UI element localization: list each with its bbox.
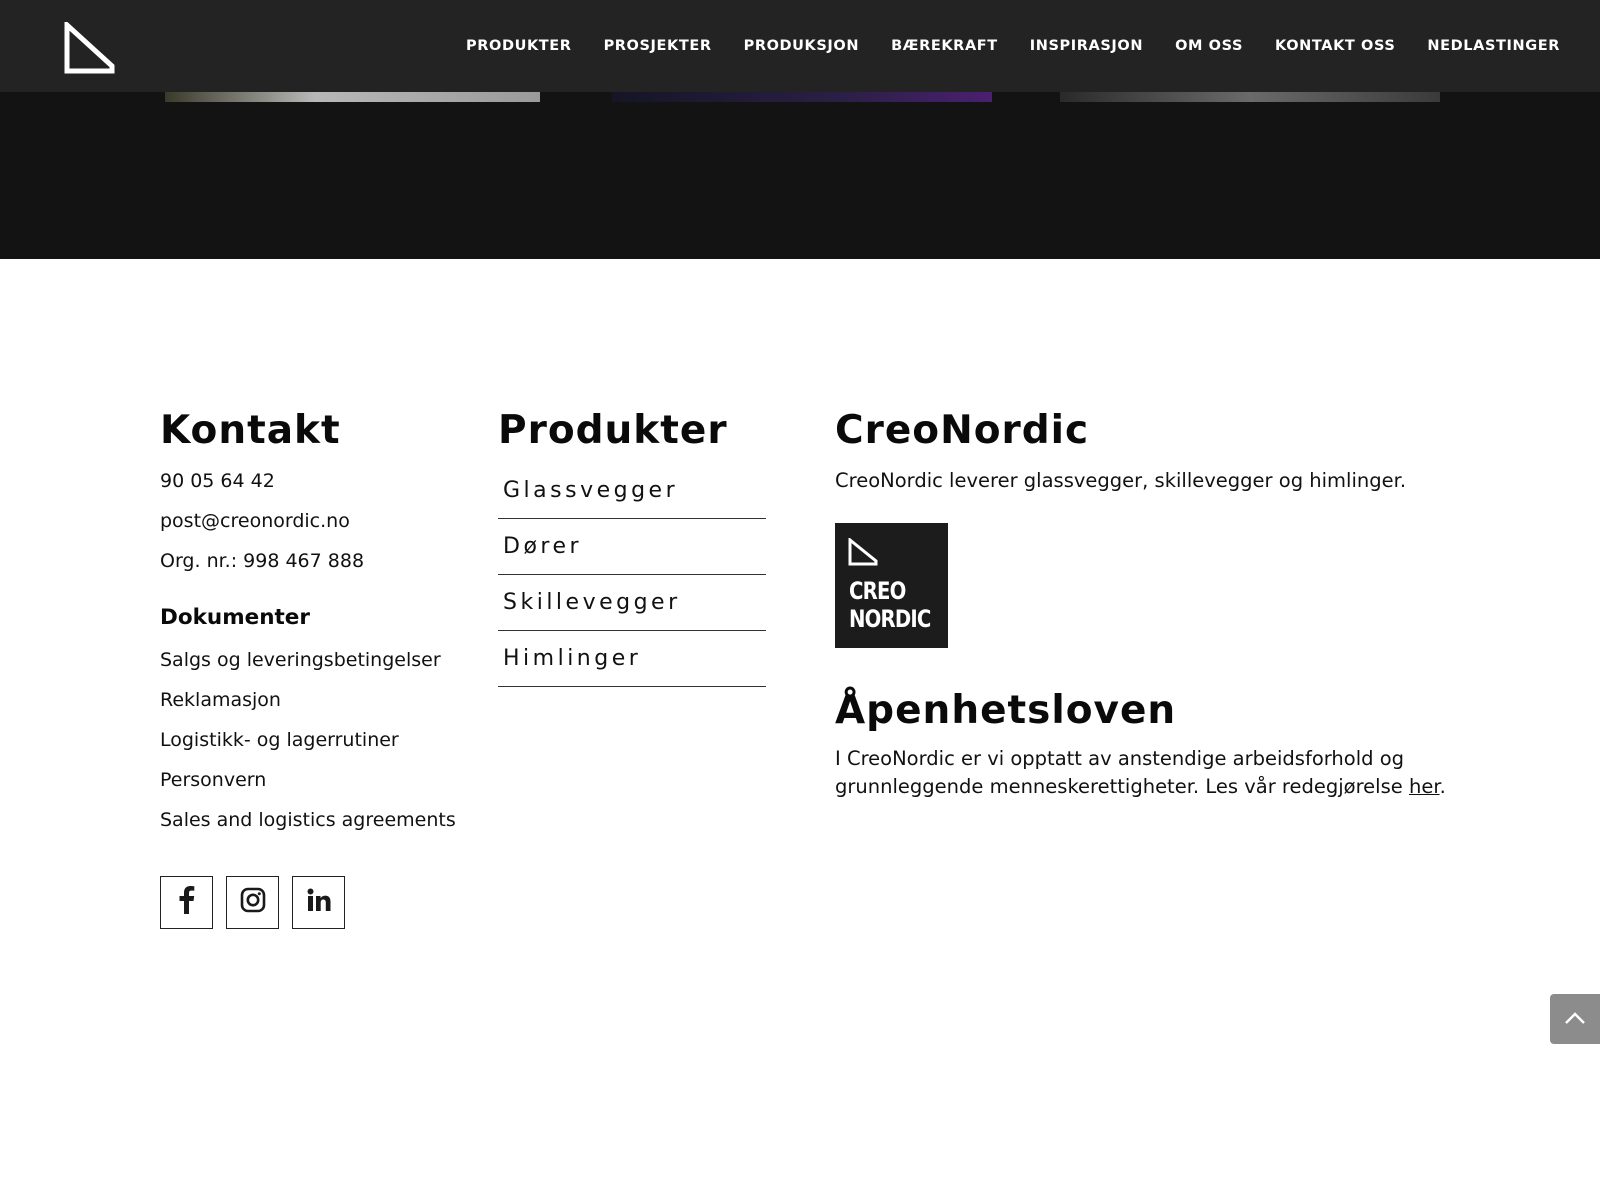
- instagram-icon: [240, 887, 266, 917]
- facebook-icon: [176, 886, 198, 918]
- project-image-strip: [165, 92, 540, 102]
- phone-number: 90 05 64 42: [160, 469, 275, 492]
- nav-item-kontakt-oss[interactable]: KONTAKT OSS: [1275, 38, 1395, 54]
- apenhetsloven-link[interactable]: her: [1409, 775, 1440, 798]
- document-link[interactable]: Reklamasjon: [160, 680, 460, 720]
- email-address: post@creonordic.no: [160, 509, 350, 532]
- kontakt-heading: Kontakt: [160, 408, 341, 453]
- linkedin-icon: [307, 888, 331, 916]
- product-list: Glassvegger Dører Skillevegger Himlinger: [498, 463, 766, 687]
- nav-item-inspirasjon[interactable]: INSPIRASJON: [1030, 38, 1143, 54]
- apenhetsloven-body: I CreoNordic er vi opptatt av anstendige…: [835, 746, 1409, 798]
- logo-text-line: NORDIC: [849, 604, 931, 633]
- apenhetsloven-text: I CreoNordic er vi opptatt av anstendige…: [835, 745, 1475, 801]
- footer-produkter-column: Produkter Glassvegger Dører Skillevegger…: [498, 408, 766, 687]
- nav-item-produksjon[interactable]: PRODUKSJON: [744, 38, 859, 54]
- org-number: Org. nr.: 998 467 888: [160, 549, 365, 572]
- creonordic-brand-logo: CREO NORDIC: [835, 522, 948, 648]
- top-navigation: PRODUKTER PROSJEKTER PRODUKSJON BÆREKRAF…: [0, 0, 1600, 92]
- social-links: [160, 875, 460, 929]
- documents-list: Salgs og leveringsbetingelser Reklamasjo…: [160, 640, 460, 840]
- creonordic-heading: CreoNordic: [835, 408, 1090, 453]
- product-link-skillevegger[interactable]: Skillevegger: [498, 575, 766, 631]
- nav-item-prosjekter[interactable]: PROSJEKTER: [604, 38, 712, 54]
- product-link-dorer[interactable]: Dører: [498, 519, 766, 575]
- documents-heading: Dokumenter: [160, 604, 310, 630]
- contact-details: 90 05 64 42 post@creonordic.no Org. nr.:…: [160, 461, 460, 581]
- document-link[interactable]: Salgs og leveringsbetingelser: [160, 640, 460, 680]
- produkter-heading: Produkter: [498, 408, 728, 453]
- nav-item-om-oss[interactable]: OM OSS: [1175, 38, 1243, 54]
- project-image-strip: [612, 92, 992, 102]
- document-link[interactable]: Sales and logistics agreements: [160, 800, 460, 840]
- logo-text-line: CREO: [849, 576, 906, 605]
- document-link[interactable]: Logistikk- og lagerrutiner: [160, 720, 460, 760]
- back-to-top-button[interactable]: [1550, 994, 1600, 1044]
- footer-kontakt-column: Kontakt 90 05 64 42 post@creonordic.no O…: [160, 408, 460, 929]
- main-menu: PRODUKTER PROSJEKTER PRODUKSJON BÆREKRAF…: [466, 0, 1560, 92]
- project-image-strip: [1060, 92, 1440, 102]
- creonordic-description: CreoNordic leverer glassvegger, skilleve…: [835, 468, 1407, 492]
- nav-item-baerekraft[interactable]: BÆREKRAFT: [891, 38, 998, 54]
- product-link-glassvegger[interactable]: Glassvegger: [498, 463, 766, 519]
- apenhetsloven-suffix: .: [1439, 774, 1446, 798]
- document-link[interactable]: Personvern: [160, 760, 460, 800]
- linkedin-button[interactable]: [292, 875, 345, 929]
- nav-item-produkter[interactable]: PRODUKTER: [466, 38, 572, 54]
- footer-creonordic-column: CreoNordic CreoNordic leverer glassvegge…: [835, 408, 1475, 801]
- creonordic-logo-icon[interactable]: [64, 19, 116, 74]
- nav-item-nedlastinger[interactable]: NEDLASTINGER: [1427, 38, 1560, 54]
- chevron-up-icon: [1564, 1010, 1586, 1029]
- instagram-button[interactable]: [226, 875, 279, 929]
- facebook-button[interactable]: [160, 875, 213, 929]
- apenhetsloven-heading: Åpenhetsloven: [835, 687, 1177, 733]
- product-link-himlinger[interactable]: Himlinger: [498, 631, 766, 687]
